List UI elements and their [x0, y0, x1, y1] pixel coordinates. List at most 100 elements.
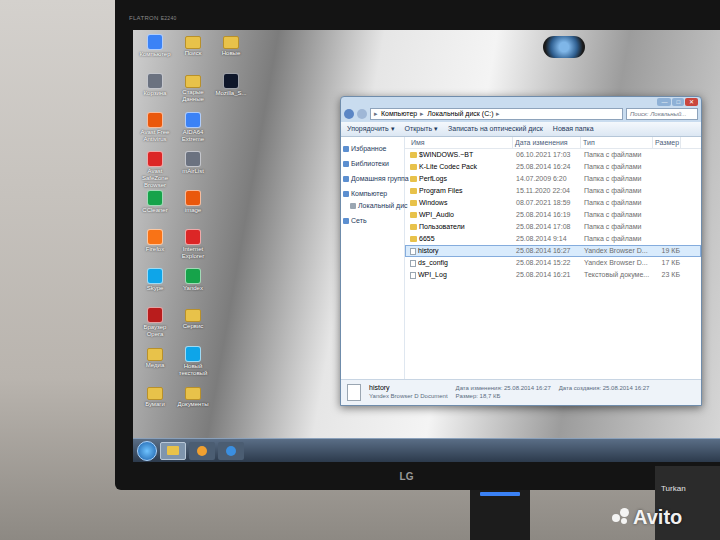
window-control-button[interactable]: —: [657, 98, 671, 106]
nav-item[interactable]: Домашняя группа: [341, 174, 404, 183]
details-created: Дата создания: 25.08.2014 16:27: [559, 384, 650, 392]
desktop-icon[interactable]: Сервис: [175, 307, 211, 346]
toolbar-button[interactable]: Новая папка: [553, 124, 594, 134]
monitor-stand: [470, 490, 530, 540]
file-row[interactable]: Windows08.07.2021 18:59Папка с файлами: [405, 197, 701, 209]
file-name: PerfLogs: [419, 174, 447, 184]
desktop-icon[interactable]: Yandex: [175, 268, 211, 307]
file-row[interactable]: WPI_Audio25.08.2014 16:19Папка с файлами: [405, 209, 701, 221]
file-icon: [410, 272, 416, 279]
desktop-icon[interactable]: Avast Free Antivirus: [137, 112, 173, 151]
file-date: 25.08.2014 16:27: [514, 246, 582, 256]
address-crumb[interactable]: Локальный диск (C:): [427, 109, 493, 119]
file-row[interactable]: Пользователи25.08.2014 17:08Папка с файл…: [405, 221, 701, 233]
desktop-icon-label: Yandex: [175, 285, 211, 292]
app-icon: [147, 268, 163, 284]
nav-icon: [343, 146, 349, 152]
nav-item[interactable]: Сеть: [341, 216, 404, 225]
desktop-icon[interactable]: CCleaner: [137, 190, 173, 229]
folder-icon: [410, 152, 417, 158]
file-row[interactable]: PerfLogs14.07.2009 6:20Папка с файлами: [405, 173, 701, 185]
desktop-icon[interactable]: Старые Данные: [175, 73, 211, 112]
desktop-icon[interactable]: Avast SafeZone Browser: [137, 151, 173, 190]
window-control-button[interactable]: □: [672, 98, 684, 106]
nav-item[interactable]: Локальный дис: [341, 201, 404, 210]
folder-icon: [410, 176, 417, 182]
file-row[interactable]: 665525.08.2014 9:14Папка с файлами: [405, 233, 701, 245]
folder-icon: [185, 309, 201, 322]
taskbar-ie-icon[interactable]: [218, 442, 244, 460]
desktop-icon-label: Медиа: [137, 362, 173, 369]
desktop-icon[interactable]: Skype: [137, 268, 173, 307]
desktop-icon[interactable]: image: [175, 190, 211, 229]
nav-item[interactable]: Компьютер: [341, 189, 404, 198]
desktop-icon[interactable]: Mozilla_S...: [213, 73, 249, 112]
desktop-icon[interactable]: Корзина: [137, 73, 173, 112]
column-title[interactable]: Имя: [409, 137, 513, 148]
file-date: 08.07.2021 18:59: [514, 198, 582, 208]
desktop-icon-label: Internet Explorer: [175, 246, 211, 260]
desktop-icon[interactable]: mAirList: [175, 151, 211, 190]
desktop-icon[interactable]: AIDA64 Extreme: [175, 112, 211, 151]
app-icon: [147, 34, 163, 50]
folder-icon: [223, 36, 239, 49]
taskbar-media-icon[interactable]: [189, 442, 215, 460]
file-row[interactable]: WPI_Log25.08.2014 16:21Текстовый докуме.…: [405, 269, 701, 281]
desktop-icon[interactable]: Медиа: [137, 346, 173, 385]
desktop-icon[interactable]: Internet Explorer: [175, 229, 211, 268]
desktop-icon[interactable]: Новый текстовый: [175, 346, 211, 385]
desktop-icon[interactable]: Поиск: [175, 34, 211, 73]
taskbar-explorer-icon[interactable]: [160, 442, 186, 460]
desktop-icon[interactable]: Бумаги: [137, 385, 173, 424]
file-row[interactable]: ds_config25.08.2014 15:22Yandex Browser …: [405, 257, 701, 269]
explorer-window[interactable]: —□✕▸Компьютер▸Локальный диск (C:)▸Поиск:…: [340, 96, 702, 406]
column-title[interactable]: Дата изменения: [513, 137, 581, 148]
desktop-icon[interactable]: Новые: [213, 34, 249, 73]
toolbar-button[interactable]: Записать на оптический диск: [448, 124, 543, 134]
file-row[interactable]: $WINDOWS.~BT06.10.2021 17:03Папка с файл…: [405, 149, 701, 161]
app-icon: [147, 307, 163, 323]
file-name: Program Files: [419, 186, 463, 196]
file-name: Пользователи: [419, 222, 465, 232]
desktop-icon-label: Новые: [213, 50, 249, 57]
back-icon[interactable]: [344, 109, 354, 119]
desktop-icon-label: image: [175, 207, 211, 214]
column-title[interactable]: Размер: [653, 137, 681, 148]
desktop-icon[interactable]: Компьютер: [137, 34, 173, 73]
toolbar-button[interactable]: Упорядочить ▾: [347, 124, 395, 134]
address-bar[interactable]: ▸Компьютер▸Локальный диск (C:)▸: [370, 108, 623, 120]
file-row[interactable]: Program Files15.11.2020 22:04Папка с фай…: [405, 185, 701, 197]
start-button-icon[interactable]: [137, 441, 157, 461]
file-row[interactable]: history25.08.2014 16:27Yandex Browser D.…: [405, 245, 701, 257]
box-label: Turkan: [661, 484, 686, 493]
file-row[interactable]: K-Lite Codec Pack25.08.2014 16:24Папка с…: [405, 161, 701, 173]
forward-icon[interactable]: [357, 109, 367, 119]
file-date: 25.08.2014 16:21: [514, 270, 582, 280]
toolbar-button[interactable]: Открыть ▾: [405, 124, 438, 134]
address-row: ▸Компьютер▸Локальный диск (C:)▸Поиск: Ло…: [341, 106, 701, 122]
file-icon: [410, 248, 416, 255]
desktop-icon-label: Сервис: [175, 323, 211, 330]
search-field[interactable]: Поиск: Локальный...: [626, 108, 698, 120]
wallpaper-eye: [543, 36, 585, 58]
file-date: 25.08.2014 15:22: [514, 258, 582, 268]
desktop-icon-label: Документы: [175, 401, 211, 408]
folder-icon: [185, 387, 201, 400]
nav-item[interactable]: Избранное: [341, 144, 404, 153]
details-name: history: [369, 384, 448, 392]
desktop-icon-label: Поиск: [175, 50, 211, 57]
folder-icon: [410, 188, 417, 194]
nav-item[interactable]: Библиотеки: [341, 159, 404, 168]
address-crumb[interactable]: Компьютер: [381, 109, 417, 119]
file-date: 06.10.2021 17:03: [514, 150, 582, 160]
folder-icon: [185, 36, 201, 49]
desktop-icon[interactable]: Браузер Opera: [137, 307, 173, 346]
window-control-button[interactable]: ✕: [685, 98, 698, 106]
desktop-icon[interactable]: Документы: [175, 385, 211, 424]
file-name: history: [418, 246, 439, 256]
desktop-icon[interactable]: Firefox: [137, 229, 173, 268]
column-title[interactable]: Тип: [581, 137, 653, 148]
file-size: 23 КБ: [654, 270, 682, 280]
